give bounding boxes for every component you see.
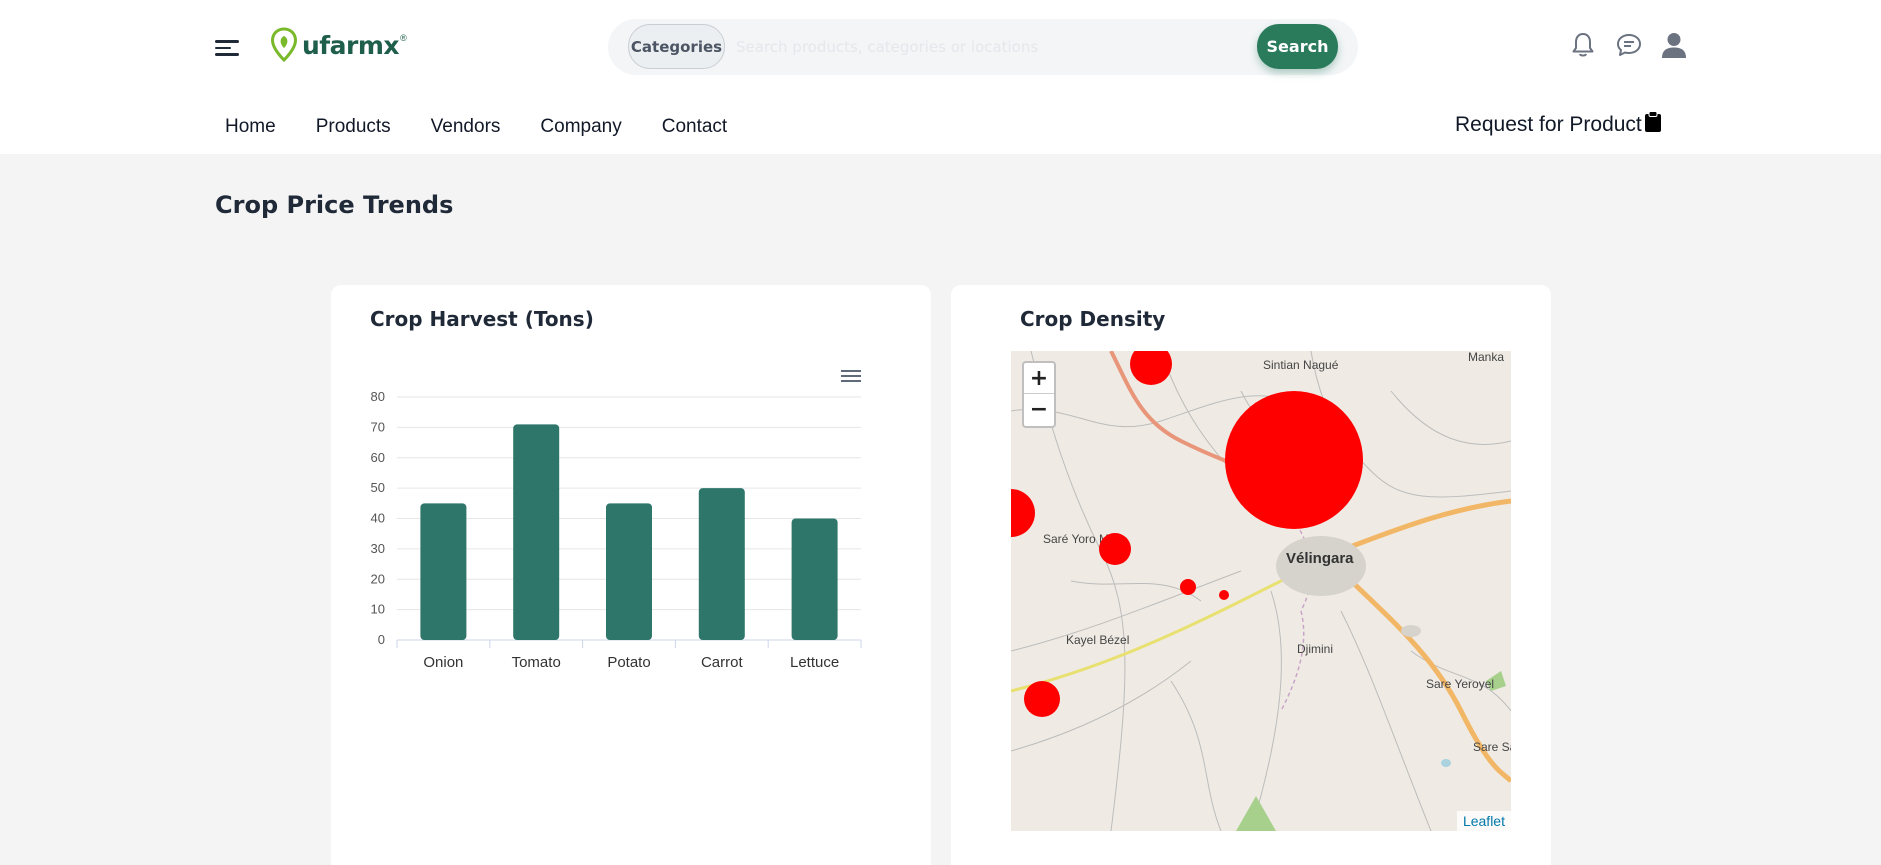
menu-icon[interactable]	[215, 36, 239, 58]
zoom-in-button[interactable]: +	[1024, 363, 1054, 394]
search-input[interactable]	[736, 27, 1156, 67]
bar-potato	[606, 503, 652, 640]
nav-contact[interactable]: Contact	[662, 116, 727, 138]
density-marker[interactable]	[1099, 533, 1131, 565]
harvest-bar-chart: 0 10 20 30 40 50 60 70 80 Onion Tomato Potato Carrot…	[371, 389, 862, 671]
y-tick-label: 30	[371, 541, 385, 556]
clipboard-icon	[1644, 111, 1661, 132]
density-marker[interactable]	[1219, 590, 1229, 600]
bar-lettuce	[791, 518, 838, 640]
density-map[interactable]: Sintian Nagué Saré Yoro Mbia Vélingara K…	[1011, 351, 1511, 831]
y-tick-label: 60	[371, 450, 385, 465]
main-nav: Home Products Vendors Company Contact	[225, 116, 767, 138]
brand-logo[interactable]: ufarmx ®	[270, 27, 407, 63]
bar-onion	[420, 503, 467, 640]
page-title: Crop Price Trends	[215, 191, 454, 219]
leaflet-attribution-link[interactable]: Leaflet	[1456, 811, 1511, 831]
x-tick-label: Potato	[607, 654, 650, 671]
y-tick-label: 40	[371, 511, 385, 526]
y-tick-label: 20	[371, 571, 385, 586]
request-product-link[interactable]: Request for Product	[1455, 111, 1662, 137]
harvest-card-title: Crop Harvest (Tons)	[370, 307, 594, 331]
y-tick-label: 50	[371, 480, 385, 495]
map-place-label: Djimini	[1297, 642, 1333, 656]
nav-home[interactable]: Home	[225, 116, 276, 138]
x-tick-label: Onion	[423, 654, 463, 671]
request-product-label: Request for Product	[1455, 113, 1642, 136]
brand-name: ufarmx	[302, 30, 400, 60]
categories-button[interactable]: Categories	[628, 24, 725, 69]
x-tick-label: Lettuce	[790, 654, 839, 671]
density-marker[interactable]	[1180, 579, 1196, 595]
y-tick-label: 70	[371, 419, 385, 434]
y-tick-label: 10	[371, 602, 385, 617]
map-place-label: Sare Yeroyel	[1426, 677, 1494, 691]
y-tick-label: 0	[378, 632, 385, 647]
nav-company[interactable]: Company	[540, 116, 621, 138]
map-tiles: Sintian Nagué Saré Yoro Mbia Vélingara K…	[1011, 351, 1511, 831]
map-place-label: Kayel Bézel	[1066, 633, 1129, 647]
nav-vendors[interactable]: Vendors	[431, 116, 501, 138]
density-marker[interactable]	[1024, 681, 1060, 717]
map-place-label: Vélingara	[1286, 550, 1354, 567]
top-header: ufarmx ® Categories Search Home Products…	[0, 0, 1881, 154]
chat-icon[interactable]	[1614, 30, 1644, 60]
bar-carrot	[698, 488, 745, 640]
zoom-out-button[interactable]: −	[1024, 394, 1054, 425]
nav-products[interactable]: Products	[316, 116, 391, 138]
brand-registered-mark: ®	[400, 33, 407, 43]
x-tick-label: Carrot	[701, 654, 744, 671]
map-place-label: Sare Sav	[1473, 740, 1511, 754]
x-tick-label: Tomato	[512, 654, 561, 671]
density-marker[interactable]	[1225, 391, 1363, 529]
map-place-label: Sintian Nagué	[1263, 358, 1339, 372]
map-place-label: Manka	[1468, 351, 1504, 364]
bell-icon[interactable]	[1568, 30, 1598, 60]
search-bar: Categories Search	[608, 19, 1358, 75]
search-button[interactable]: Search	[1257, 24, 1338, 69]
y-tick-label: 80	[371, 389, 385, 404]
density-card-title: Crop Density	[1020, 307, 1166, 331]
user-icon[interactable]	[1659, 30, 1689, 60]
bar-tomato	[513, 424, 560, 640]
zoom-control: + −	[1022, 361, 1056, 428]
location-pin-icon	[270, 27, 298, 63]
